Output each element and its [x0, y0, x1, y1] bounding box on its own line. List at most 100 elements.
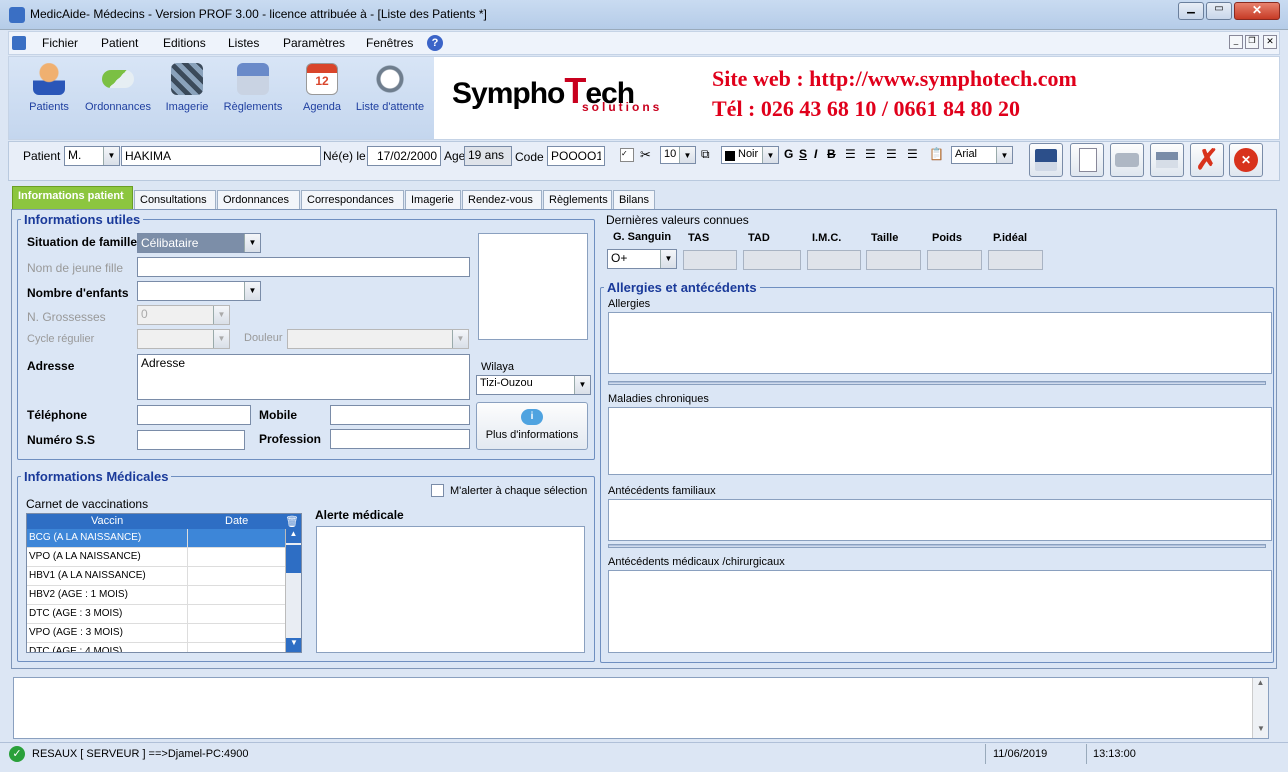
tas-field[interactable]: [683, 250, 737, 270]
table-row[interactable]: VPO (AGE : 3 MOIS): [27, 624, 301, 643]
birthdate-input[interactable]: [367, 146, 441, 166]
table-row[interactable]: DTC (AGE : 4 MOIS): [27, 643, 301, 652]
strike-button[interactable]: B: [827, 147, 836, 161]
splitter[interactable]: [608, 544, 1266, 548]
align-right-icon[interactable]: ☰: [886, 147, 897, 161]
telephone-input[interactable]: [137, 405, 251, 425]
gs-select[interactable]: O+ ▼: [607, 249, 677, 269]
align-left-icon[interactable]: ☰: [845, 147, 856, 161]
scroll-down-icon[interactable]: ▼: [286, 638, 301, 652]
ordonnances-button[interactable]: Ordonnances: [82, 57, 154, 113]
wilaya-select[interactable]: Tizi-Ouzou ▼: [476, 375, 591, 395]
tab-consultations[interactable]: Consultations: [134, 190, 216, 210]
underline-button[interactable]: S: [799, 147, 807, 161]
table-row[interactable]: DTC (AGE : 3 MOIS): [27, 605, 301, 624]
liste-attente-button[interactable]: Liste d'attente: [349, 57, 431, 113]
table-row[interactable]: HBV2 (AGE : 1 MOIS): [27, 586, 301, 605]
print-button[interactable]: [1110, 143, 1144, 177]
enfants-select[interactable]: ▼: [137, 281, 261, 301]
justify-icon[interactable]: ☰: [907, 147, 918, 161]
menu-listes[interactable]: Listes: [228, 36, 259, 50]
allergies-textarea[interactable]: [608, 312, 1272, 374]
table-row[interactable]: VPO (A LA NAISSANCE): [27, 548, 301, 567]
tab-bilans[interactable]: Bilans: [613, 190, 655, 210]
tab-informations-patient[interactable]: Informations patient: [12, 186, 133, 210]
scroll-down-icon[interactable]: ▼: [1253, 724, 1269, 738]
civility-select[interactable]: M. ▼: [64, 146, 120, 166]
imc-field[interactable]: [807, 250, 861, 270]
pideal-field[interactable]: [988, 250, 1043, 270]
situation-select[interactable]: Célibataire ▼: [137, 233, 261, 253]
table-row[interactable]: BCG (A LA NAISSANCE): [27, 529, 301, 548]
agenda-button[interactable]: 12 Agenda: [293, 57, 351, 113]
table-row[interactable]: HBV1 (A LA NAISSANCE): [27, 567, 301, 586]
close-window-button[interactable]: ✕: [1234, 2, 1280, 20]
taille-field[interactable]: [866, 250, 921, 270]
align-center-icon[interactable]: ☰: [865, 147, 876, 161]
plus-informations-button[interactable]: i Plus d'informations: [476, 402, 588, 450]
font-size-select[interactable]: 10 ▼: [660, 146, 696, 164]
mdi-minimize-button[interactable]: _: [1229, 35, 1243, 49]
mobile-input[interactable]: [330, 405, 470, 425]
alert-checkbox[interactable]: [431, 484, 444, 497]
profession-input[interactable]: [330, 429, 470, 449]
photo-frame[interactable]: [478, 233, 588, 340]
tab-imagerie[interactable]: Imagerie: [405, 190, 461, 210]
mdi-restore-button[interactable]: ❐: [1245, 35, 1259, 49]
tab-ordonnances[interactable]: Ordonnances: [217, 190, 300, 210]
close-patient-button[interactable]: ✕: [1229, 143, 1263, 177]
numero-ss-input[interactable]: [137, 430, 245, 450]
patient-name-input[interactable]: [121, 146, 321, 166]
patients-button[interactable]: Patients: [19, 57, 79, 113]
font-select[interactable]: Arial ▼: [951, 146, 1013, 164]
italic-button[interactable]: I: [814, 147, 817, 161]
nom-jeune-fille-input[interactable]: [137, 257, 470, 277]
code-input[interactable]: [547, 146, 605, 166]
spellcheck-icon[interactable]: ✓: [620, 148, 634, 162]
menu-fichier[interactable]: Fichier: [42, 36, 78, 50]
menu-parametres[interactable]: Paramètres: [283, 36, 345, 50]
reglements-button[interactable]: Règlements: [221, 57, 285, 113]
paste-icon[interactable]: 📋: [929, 147, 944, 161]
chroniques-textarea[interactable]: [608, 407, 1272, 475]
cycle-select[interactable]: ▼: [137, 329, 230, 349]
maximize-button[interactable]: ▭: [1206, 2, 1232, 20]
poids-field[interactable]: [927, 250, 982, 270]
grid-scrollbar[interactable]: ▲ ▼: [285, 529, 301, 652]
grossesses-select[interactable]: 0 ▼: [137, 305, 230, 325]
menu-editions[interactable]: Editions: [163, 36, 206, 50]
splitter[interactable]: [608, 381, 1266, 385]
trash-icon[interactable]: 🗑: [285, 515, 299, 528]
bold-button[interactable]: G: [784, 147, 793, 161]
tab-reglements[interactable]: Règlements: [543, 190, 612, 210]
col-date[interactable]: Date: [225, 515, 248, 527]
scissors-icon[interactable]: ✂: [640, 147, 651, 163]
cancel-button[interactable]: ✗: [1190, 143, 1224, 177]
tab-rendez-vous[interactable]: Rendez-vous: [462, 190, 542, 210]
douleur-select[interactable]: ▼: [287, 329, 469, 349]
vaccination-grid[interactable]: Vaccin Date 🗑 BCG (A LA NAISSANCE) VPO (…: [26, 513, 302, 653]
minimize-button[interactable]: ▁: [1178, 2, 1204, 20]
scroll-up-icon[interactable]: ▲: [1253, 678, 1268, 692]
scroll-thumb[interactable]: [286, 545, 301, 573]
col-vaccin[interactable]: Vaccin: [91, 515, 123, 527]
medicaux-textarea[interactable]: [608, 570, 1272, 653]
new-document-button[interactable]: [1070, 143, 1104, 177]
tad-field[interactable]: [743, 250, 801, 270]
scroll-up-icon[interactable]: ▲: [286, 529, 301, 543]
adresse-textarea[interactable]: Adresse: [137, 354, 470, 400]
familiaux-textarea[interactable]: [608, 499, 1272, 541]
log-box[interactable]: ▲ ▼: [13, 677, 1269, 739]
copy-icon[interactable]: ⧉: [701, 147, 710, 162]
menu-fenetres[interactable]: Fenêtres: [366, 36, 413, 50]
color-select[interactable]: Noir ▼: [721, 146, 779, 164]
import-button[interactable]: [1150, 143, 1184, 177]
menu-patient[interactable]: Patient: [101, 36, 138, 50]
save-button[interactable]: [1029, 143, 1063, 177]
tab-correspondances[interactable]: Correspondances: [301, 190, 404, 210]
mdi-close-button[interactable]: ✕: [1263, 35, 1277, 49]
imagerie-button[interactable]: Imagerie: [157, 57, 217, 113]
alerte-textarea[interactable]: [316, 526, 585, 653]
help-icon[interactable]: ?: [427, 35, 443, 51]
log-scrollbar[interactable]: ▲ ▼: [1252, 678, 1268, 738]
